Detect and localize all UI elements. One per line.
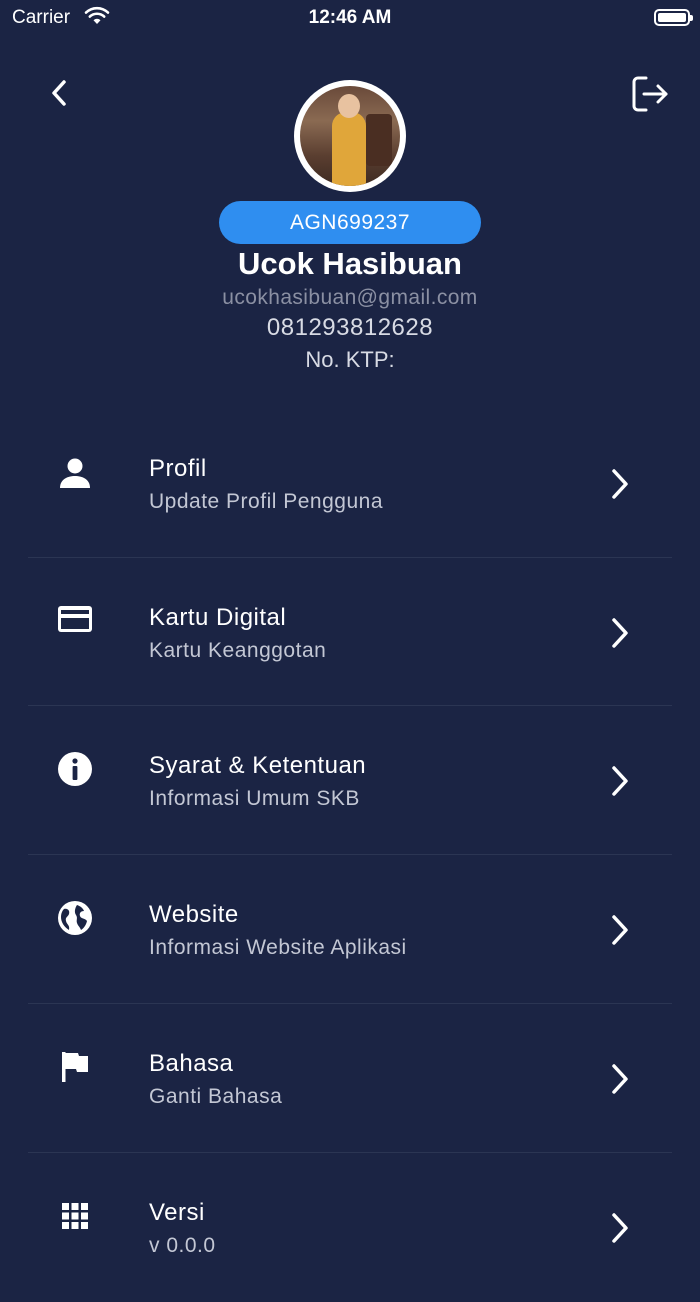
menu-item-subtitle: Kartu Keanggotan <box>149 639 327 662</box>
menu-item-website[interactable]: Website Informasi Website Aplikasi <box>28 856 672 1004</box>
menu-item-title: Website <box>149 901 239 928</box>
credit-card-icon <box>58 606 92 632</box>
chevron-right-icon <box>612 469 628 499</box>
menu-item-title: Syarat & Ketentuan <box>149 752 367 779</box>
grid-icon <box>62 1203 88 1229</box>
chevron-left-icon <box>52 80 66 106</box>
menu-item-subtitle: v 0.0.0 <box>149 1234 216 1257</box>
menu-item-title: Profil <box>149 455 207 482</box>
member-id-badge: AGN699237 <box>219 201 481 244</box>
chevron-right-icon <box>612 618 628 648</box>
user-email: ucokhasibuan@gmail.com <box>222 286 478 309</box>
status-bar: Carrier 12:46 AM <box>0 0 700 36</box>
logout-icon <box>632 76 668 112</box>
divider <box>28 854 672 855</box>
menu-item-subtitle: Update Profil Pengguna <box>149 490 383 513</box>
menu-item-subtitle: Informasi Umum SKB <box>149 787 360 810</box>
menu-item-profil[interactable]: Profil Update Profil Pengguna <box>28 410 672 558</box>
user-name: Ucok Hasibuan <box>238 246 462 281</box>
avatar-photo <box>300 86 400 186</box>
back-button[interactable] <box>44 76 76 110</box>
status-time: 12:46 AM <box>308 7 392 28</box>
menu-item-subtitle: Ganti Bahasa <box>149 1085 283 1108</box>
info-icon <box>58 752 92 786</box>
chevron-right-icon <box>612 915 628 945</box>
flag-icon <box>62 1052 88 1082</box>
menu-item-subtitle: Informasi Website Aplikasi <box>149 936 407 959</box>
divider <box>28 1003 672 1004</box>
avatar[interactable] <box>294 80 406 192</box>
menu-item-syarat-ketentuan[interactable]: Syarat & Ketentuan Informasi Umum SKB <box>28 707 672 855</box>
logout-button[interactable] <box>628 74 672 114</box>
chevron-right-icon <box>612 1213 628 1243</box>
battery-icon <box>654 9 693 26</box>
user-ktp-label: No. KTP: <box>305 347 395 372</box>
divider <box>28 705 672 706</box>
chevron-right-icon <box>612 1064 628 1094</box>
menu-item-bahasa[interactable]: Bahasa Ganti Bahasa <box>28 1005 672 1153</box>
user-phone: 081293812628 <box>266 314 434 341</box>
menu-item-title: Kartu Digital <box>149 604 287 631</box>
menu-item-versi[interactable]: Versi v 0.0.0 <box>28 1154 672 1302</box>
divider <box>28 1152 672 1153</box>
menu-item-title: Versi <box>149 1199 205 1226</box>
globe-icon <box>58 901 92 935</box>
menu-item-title: Bahasa <box>149 1050 234 1077</box>
person-icon <box>60 458 90 488</box>
chevron-right-icon <box>612 766 628 796</box>
menu-item-kartu-digital[interactable]: Kartu Digital Kartu Keanggotan <box>28 558 672 706</box>
